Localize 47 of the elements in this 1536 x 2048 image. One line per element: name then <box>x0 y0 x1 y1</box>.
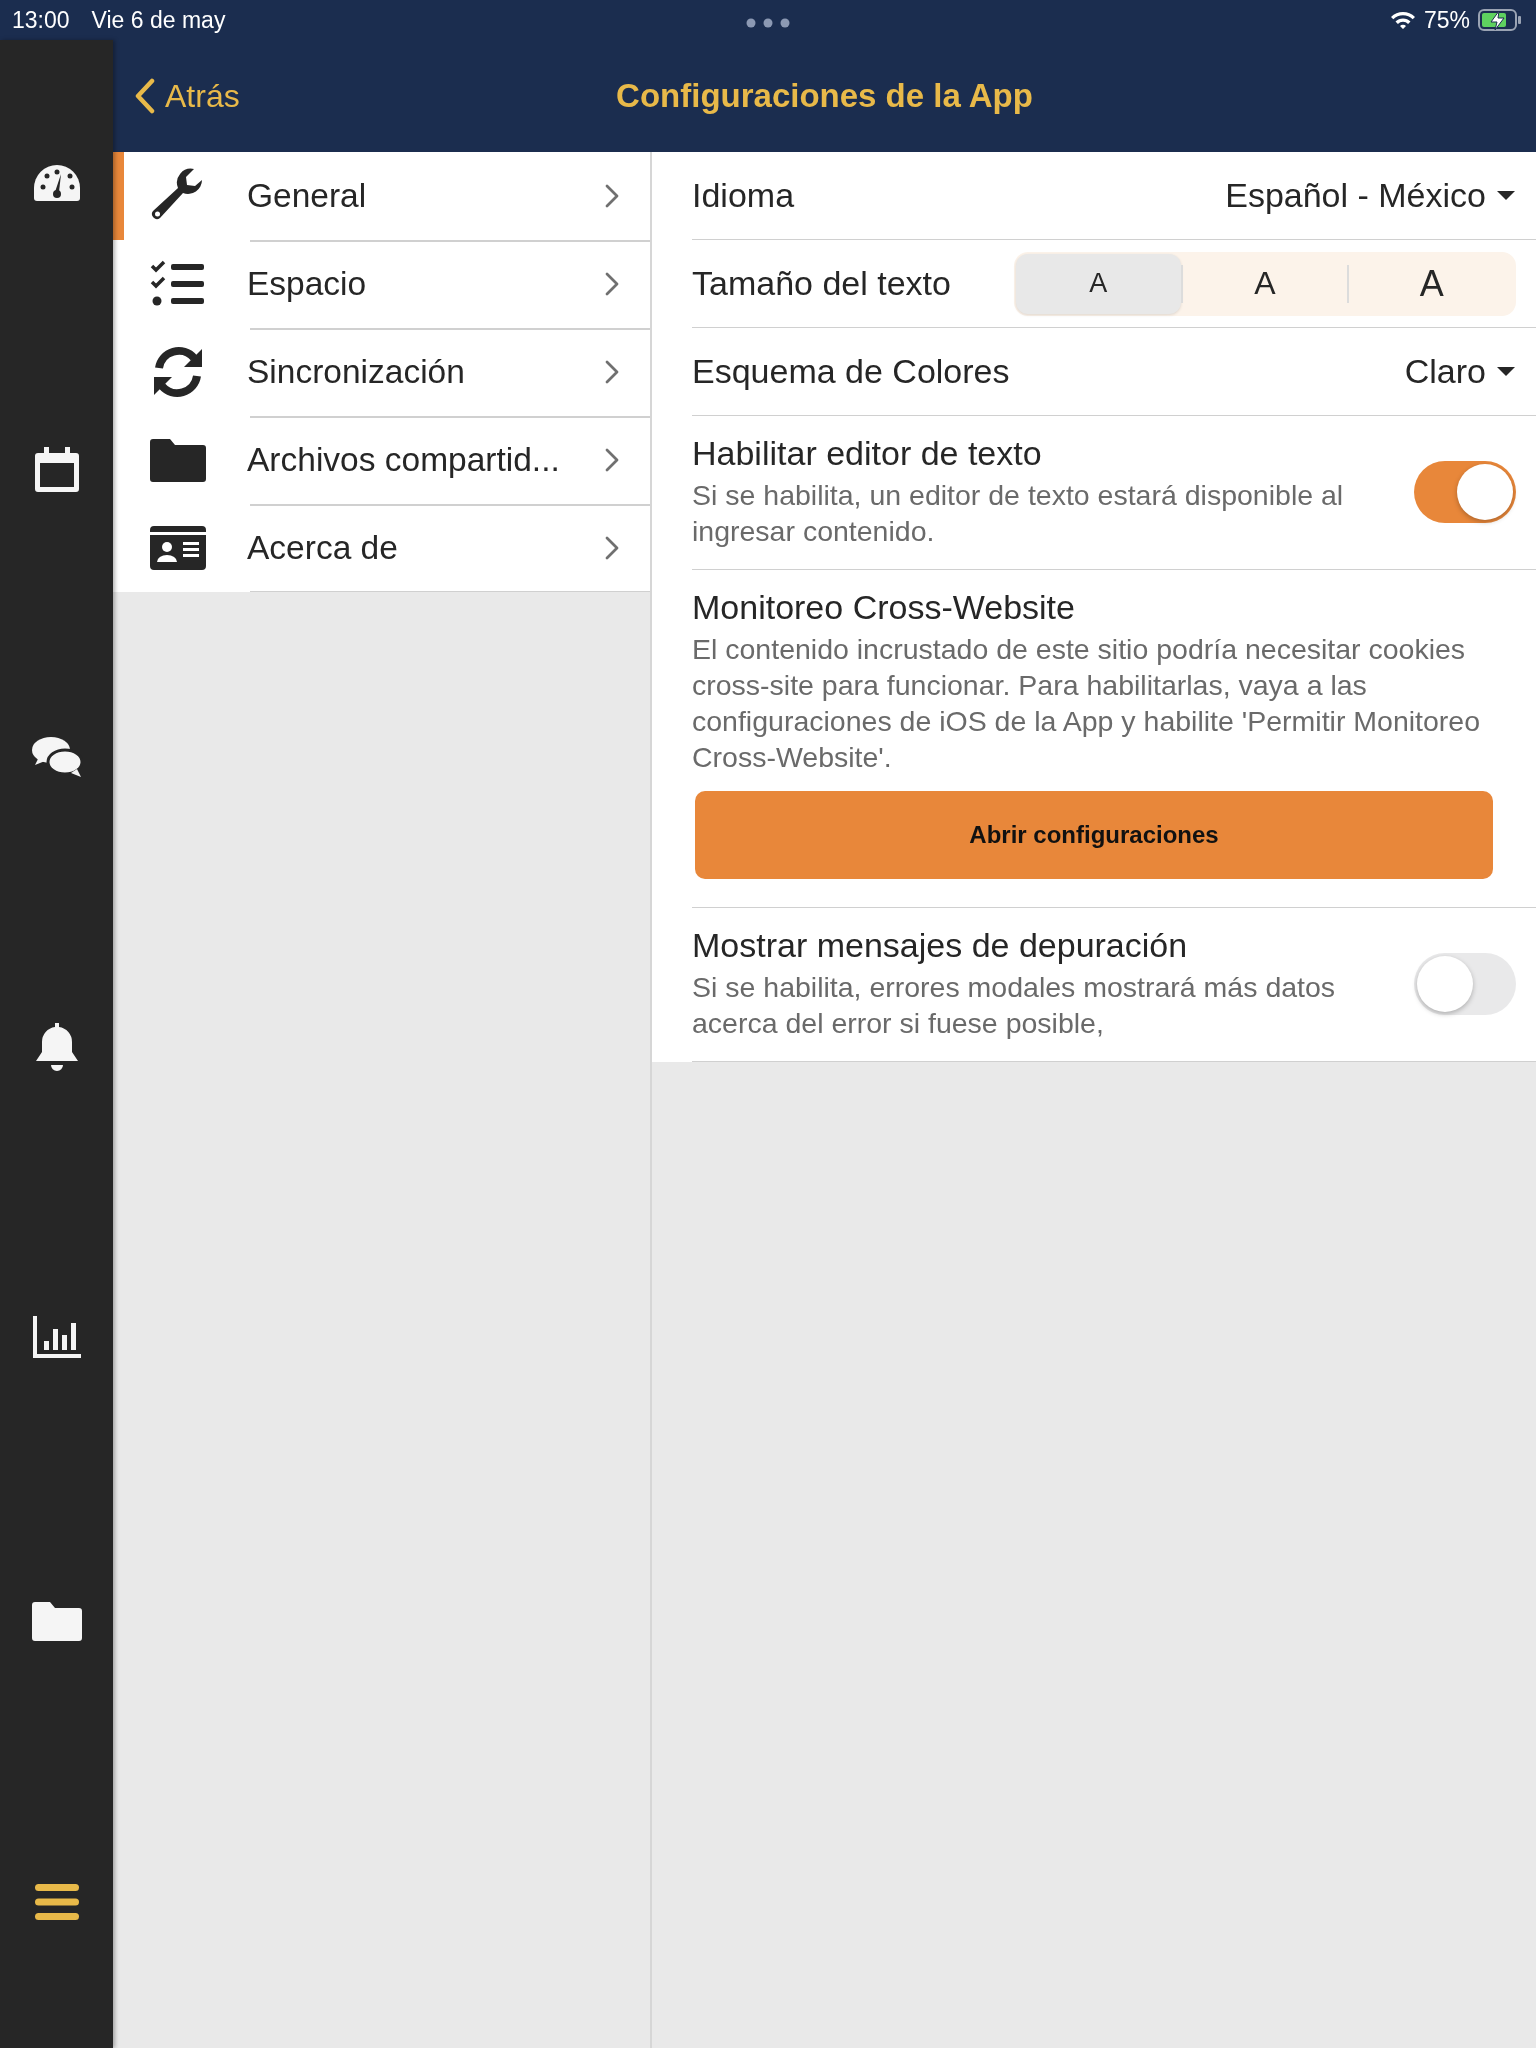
dashboard-gauge-icon[interactable] <box>31 163 82 203</box>
text-size-option[interactable]: A <box>1016 253 1181 314</box>
caret-icon <box>1496 190 1516 201</box>
setting-label: Habilitar editor de texto <box>692 434 1043 473</box>
dropdown[interactable]: Español - México <box>1225 176 1516 215</box>
folder-icon <box>150 438 206 482</box>
setting-label: Esquema de Colores <box>692 352 1010 391</box>
chat-bubbles-icon[interactable] <box>30 735 83 779</box>
toggle-switch[interactable] <box>1414 460 1516 523</box>
folder-icon[interactable] <box>31 1601 82 1641</box>
setting-label: Idioma <box>692 176 795 215</box>
bell-icon[interactable] <box>33 1021 80 1073</box>
calendar-icon[interactable] <box>33 445 80 493</box>
menu-item[interactable]: Archivos compartid... <box>113 416 650 504</box>
open-settings-button[interactable]: Abrir configuraciones <box>695 791 1493 879</box>
menu-item[interactable]: Sincronización <box>113 328 650 416</box>
chevron-right-icon <box>605 272 619 296</box>
setting-label: Mostrar mensajes de depuración <box>692 926 1189 965</box>
text-size-option[interactable]: A <box>1349 253 1514 314</box>
setting-label: Tamaño del texto <box>692 264 951 303</box>
checklist-icon <box>150 260 206 308</box>
setting-description: Si se habilita, un editor de texto estará disponible al ingresar contenido. <box>692 478 1345 549</box>
screen-title: Configuraciones de la App <box>616 77 1033 115</box>
menu-icon[interactable] <box>33 1883 80 1921</box>
menu-item[interactable]: Acerca de <box>113 504 650 592</box>
chevron-left-icon <box>135 78 155 114</box>
text-size-option[interactable]: A <box>1182 253 1348 314</box>
setting-label: Monitoreo Cross-Website <box>692 588 1076 627</box>
bar-chart-icon[interactable] <box>31 1315 82 1359</box>
menu-item[interactable]: Espacio <box>113 240 650 328</box>
caret-icon <box>1496 366 1516 377</box>
chevron-right-icon <box>605 536 619 560</box>
chevron-right-icon <box>605 448 619 472</box>
toggle-switch[interactable] <box>1414 952 1516 1015</box>
status-date: Vie 6 de may <box>91 6 226 34</box>
chevron-right-icon <box>605 184 619 208</box>
id-card-icon <box>150 526 206 570</box>
setting-description: El contenido incrustado de este sitio podría necesitar cookies cross-site para funcionar. Para habilitarlas, vaya a las configuraciones de iOS de la App y habilite 'Permitir Monitoreo Cross-Website'. <box>692 632 1482 775</box>
back-button[interactable]: Atrás <box>131 73 244 119</box>
wifi-icon <box>1389 10 1416 30</box>
status-time: 13:00 <box>12 6 70 34</box>
battery-charging-icon <box>1478 9 1522 31</box>
chevron-right-icon <box>605 360 619 384</box>
dropdown[interactable]: Claro <box>1404 352 1516 391</box>
more-dots-icon[interactable] <box>746 18 790 28</box>
battery-percent: 75% <box>1423 6 1470 34</box>
setting-description: Si se habilita, errores modales mostrará más datos acerca del error si fuese posible, <box>692 970 1337 1041</box>
